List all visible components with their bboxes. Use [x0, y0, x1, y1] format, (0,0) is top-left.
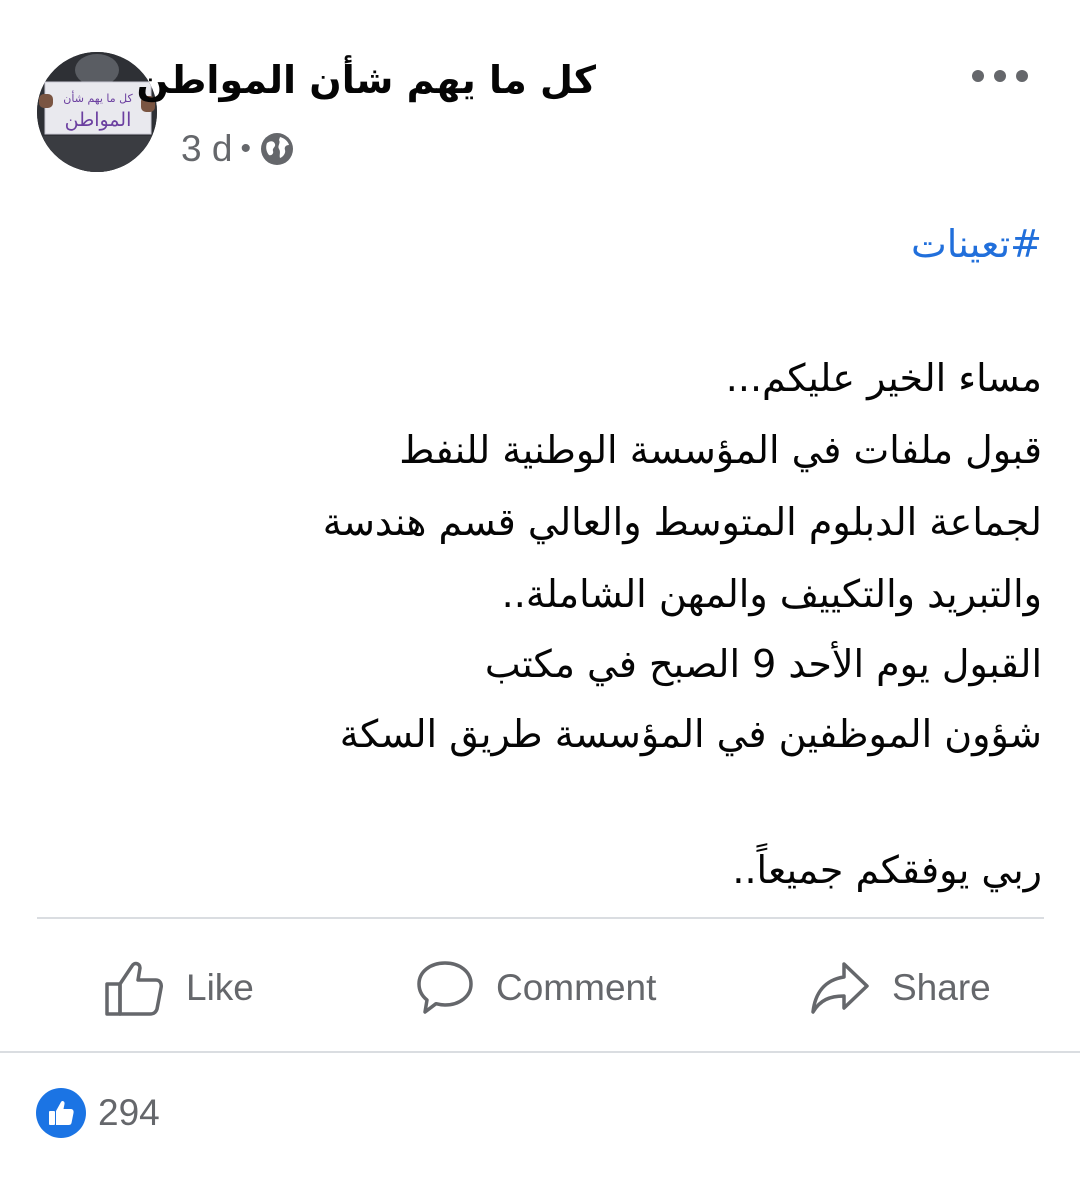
- hashtag-link[interactable]: #تعينات: [911, 216, 1042, 272]
- share-button[interactable]: Share: [810, 950, 991, 1026]
- svg-text:كل ما يهم شأن: كل ما يهم شأن: [63, 90, 133, 105]
- post-text-line: لجماعة الدبلوم المتوسط والعالي قسم هندسة: [322, 500, 1042, 544]
- like-label: Like: [186, 967, 254, 1008]
- divider: [37, 917, 1044, 919]
- reaction-count: 294: [98, 1092, 160, 1133]
- post-text-line: مساء الخير عليكم...: [725, 356, 1042, 400]
- comment-bubble-icon: [417, 961, 473, 1014]
- globe-icon[interactable]: [259, 131, 295, 167]
- post-meta: 3 d •: [181, 128, 295, 170]
- like-button[interactable]: Like: [104, 950, 254, 1026]
- more-horizontal-icon: [972, 70, 984, 82]
- reactions-summary[interactable]: 294: [36, 1088, 160, 1138]
- facebook-post: كل ما يهم شأن المواطن كل ما يهم شأن المو…: [0, 0, 1080, 1184]
- more-options-button[interactable]: [972, 66, 1028, 86]
- svg-text:المواطن: المواطن: [65, 109, 132, 131]
- post-closing-line: ربي يوفقكم جميعاً..: [732, 848, 1042, 892]
- meta-separator: •: [240, 132, 251, 165]
- thumbs-up-icon: [105, 961, 163, 1016]
- post-text-line: القبول يوم الأحد 9 الصبح في مكتب: [484, 642, 1042, 686]
- page-name[interactable]: كل ما يهم شأن المواطن: [136, 52, 596, 108]
- comment-label: Comment: [496, 967, 657, 1008]
- post-text-line: والتبريد والتكييف والمهن الشاملة..: [501, 572, 1042, 616]
- comment-button[interactable]: Comment: [416, 950, 656, 1026]
- share-arrow-icon: [811, 962, 869, 1014]
- like-reaction-icon: [36, 1088, 86, 1138]
- post-text-line: قبول ملفات في المؤسسة الوطنية للنفط: [399, 428, 1042, 472]
- post-text-line: شؤون الموظفين في المؤسسة طريق السكة: [339, 712, 1042, 756]
- divider: [0, 1051, 1080, 1053]
- post-timestamp[interactable]: 3 d: [181, 128, 232, 170]
- share-label: Share: [892, 967, 991, 1008]
